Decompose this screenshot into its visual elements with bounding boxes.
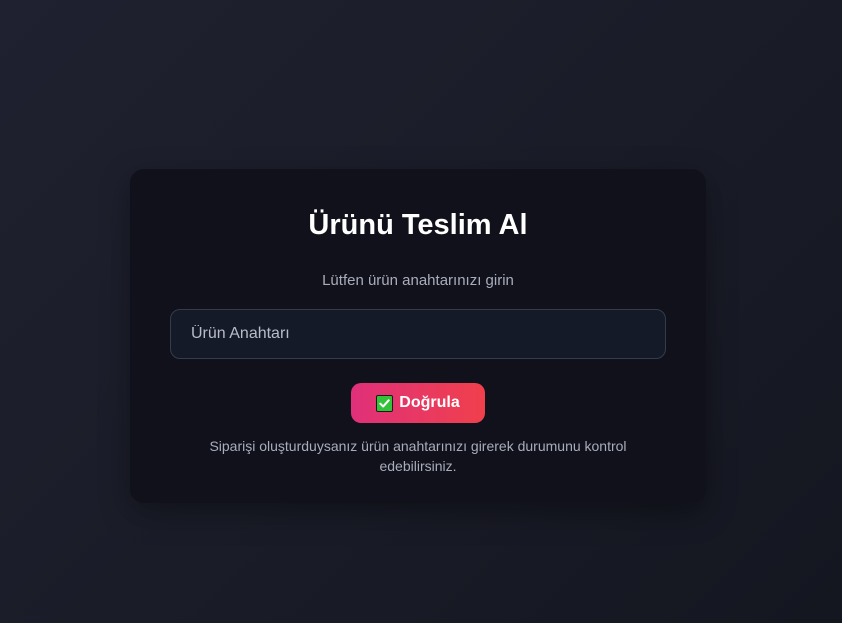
product-key-input[interactable]: [170, 309, 666, 359]
help-note: Siparişi oluşturduysanız ürün anahtarını…: [209, 438, 627, 474]
check-mark-icon: [376, 394, 394, 412]
subtitle: Lütfen ürün anahtarınızı girin: [322, 272, 514, 289]
verify-button[interactable]: Doğrula: [351, 383, 485, 423]
product-delivery-card: Ürünü Teslim Al Lütfen ürün anahtarınızı…: [130, 169, 706, 503]
verify-button-label: Doğrula: [399, 394, 460, 411]
page-title: Ürünü Teslim Al: [308, 209, 528, 241]
